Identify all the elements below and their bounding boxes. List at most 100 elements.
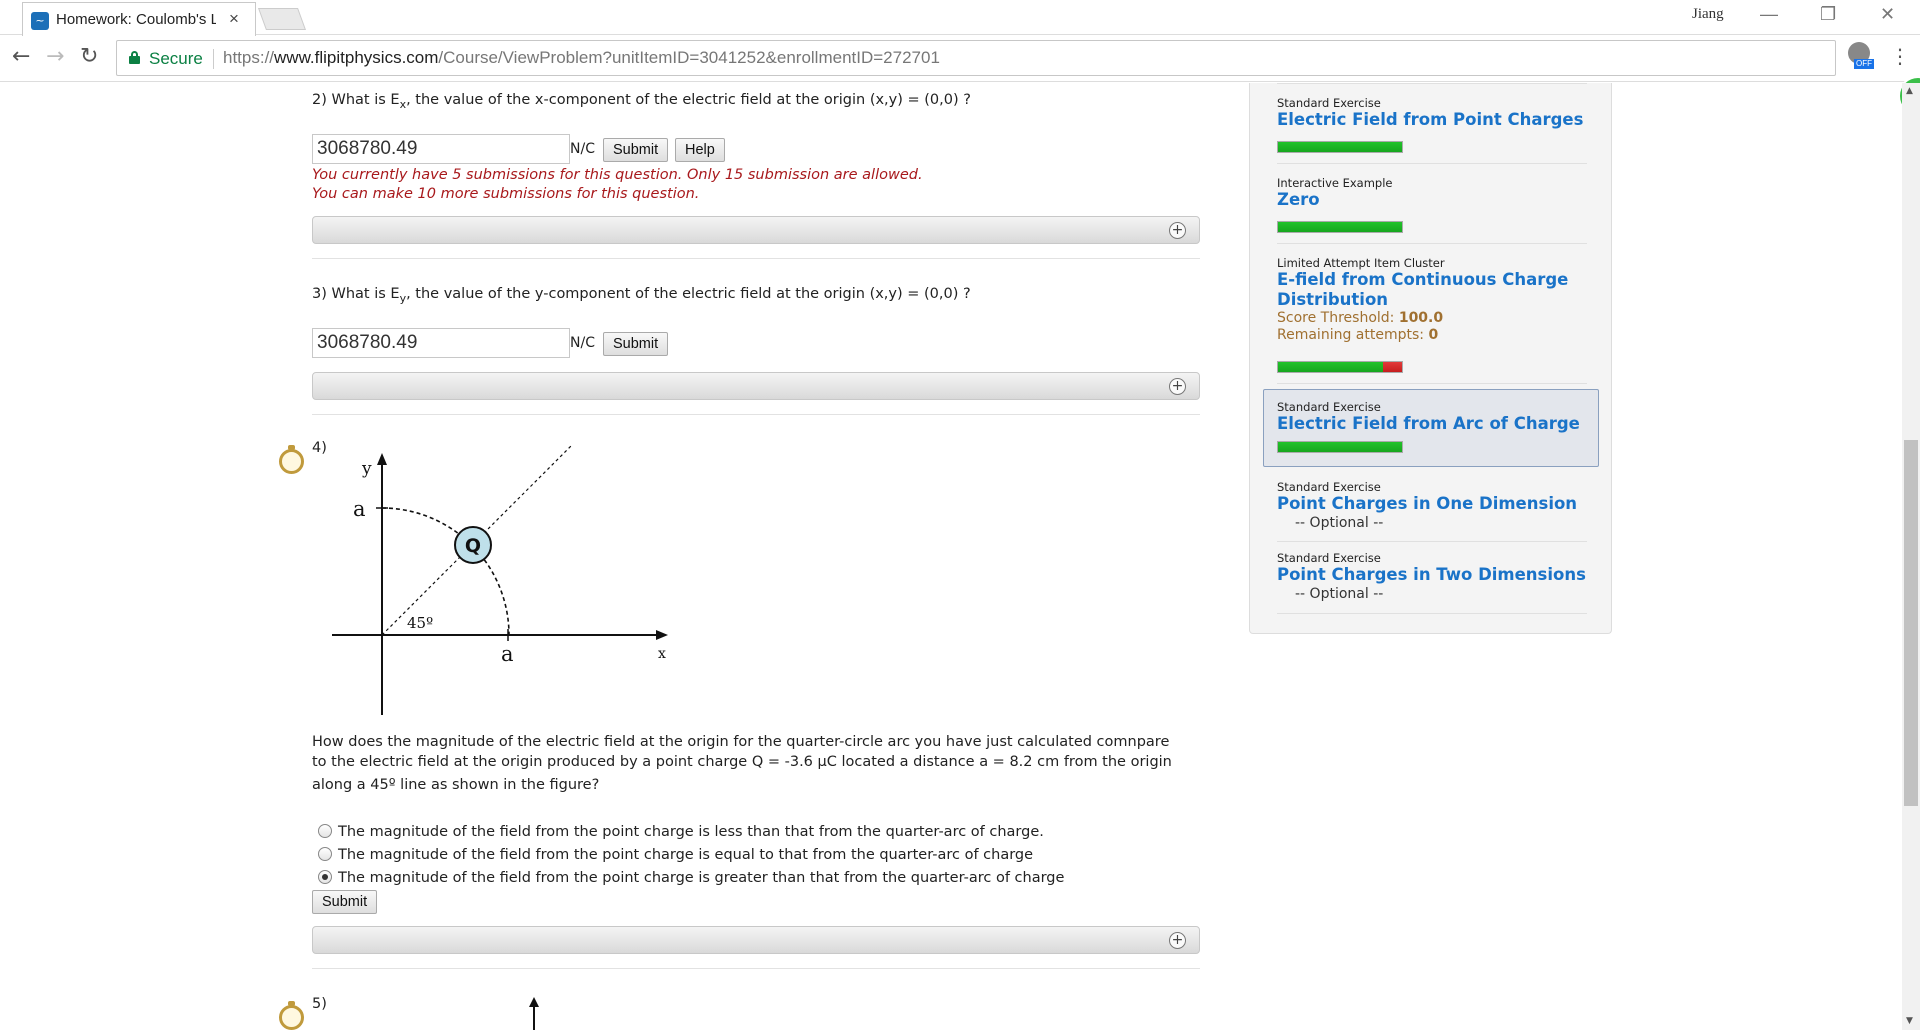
tab-title: Homework: Coulomb's L (56, 11, 216, 28)
item-type: Interactive Example (1277, 176, 1393, 190)
expand-plus-icon[interactable]: + (1169, 378, 1186, 395)
sidebar-divider (1277, 83, 1587, 84)
q4-figure: Q y x a a 45º (332, 445, 668, 715)
charge-label: Q (465, 535, 481, 557)
optional-label: -- Optional -- (1295, 515, 1384, 531)
q4-option-2-label: The magnitude of the field from the poin… (338, 847, 1034, 863)
back-icon[interactable]: ← (12, 44, 30, 69)
url-separator (213, 49, 214, 69)
q4-submit-button[interactable]: Submit (312, 890, 378, 914)
extension-off-badge: OFF (1854, 59, 1874, 69)
item-title-link[interactable]: Point Charges in One Dimension (1277, 494, 1587, 514)
q2-submit-button[interactable]: Submit (603, 138, 669, 162)
forward-icon[interactable]: → (46, 44, 64, 69)
reload-icon[interactable]: ↻ (80, 44, 98, 69)
url-field[interactable]: Secure https://www.flipitphysics.com/Cou… (116, 40, 1836, 76)
sidebar-item-one-dimension[interactable]: Standard Exercise Point Charges in One D… (1277, 481, 1587, 532)
secure-label: Secure (149, 49, 203, 68)
q2-expander[interactable]: + (312, 216, 1200, 244)
sidebar-divider (1277, 541, 1587, 542)
optional-label: -- Optional -- (1295, 586, 1384, 602)
tab-close-icon[interactable]: × (229, 9, 239, 29)
url-text[interactable]: https://www.flipitphysics.com/Course/Vie… (223, 48, 940, 68)
url-scheme: https:// (223, 48, 275, 67)
sidebar-item-arc-of-charge[interactable]: Standard Exercise Electric Field from Ar… (1277, 401, 1587, 434)
q2-unit: N/C (570, 141, 595, 157)
browser-tab[interactable]: ~ Homework: Coulomb's L × (22, 2, 256, 36)
radio-button[interactable] (318, 824, 332, 838)
progress-bar (1277, 361, 1403, 373)
progress-bar (1277, 441, 1403, 453)
sidebar-item-two-dimensions[interactable]: Standard Exercise Point Charges in Two D… (1277, 552, 1587, 603)
chrome-menu-icon[interactable]: ⋮ (1890, 44, 1910, 68)
expand-plus-icon[interactable]: + (1169, 222, 1186, 239)
q4-text-line2: to the electric field at the origin prod… (312, 754, 1172, 770)
q4-text-line1: How does the magnitude of the electric f… (312, 734, 1170, 750)
url-path: /Course/ViewProblem?unitItemID=3041252&e… (438, 48, 940, 67)
q2-warning-2: You can make 10 more submissions for thi… (312, 186, 700, 202)
a-y-label: a (353, 497, 366, 521)
q4-option-1-label: The magnitude of the field from the poin… (338, 824, 1044, 840)
extension-icon[interactable]: OFF (1846, 42, 1874, 72)
q4-option-2[interactable]: The magnitude of the field from the poin… (318, 847, 1033, 863)
q2-prompt: 2) What is Ex, the value of the x-compon… (312, 92, 971, 111)
q2-help-button[interactable]: Help (675, 138, 725, 162)
q4-expander[interactable]: + (312, 926, 1200, 954)
sidebar-item-zero[interactable]: Interactive Example Zero (1277, 177, 1587, 210)
a-x-label: a (501, 642, 514, 666)
sidebar-item-continuous-charge[interactable]: Limited Attempt Item Cluster E-field fro… (1277, 257, 1587, 344)
scroll-thumb[interactable] (1904, 440, 1918, 806)
lock-icon (129, 51, 140, 64)
scroll-up-icon[interactable]: ▲ (1906, 86, 1913, 96)
sidebar-divider (1277, 383, 1587, 384)
item-title-link[interactable]: Electric Field from Arc of Charge (1277, 414, 1587, 434)
item-type: Limited Attempt Item Cluster (1277, 256, 1445, 270)
item-type: Standard Exercise (1277, 96, 1381, 110)
q3-unit: N/C (570, 335, 595, 351)
score-threshold: Score Threshold: 100.0 (1277, 310, 1587, 327)
q4-option-3[interactable]: The magnitude of the field from the poin… (318, 870, 1064, 886)
radio-button[interactable] (318, 847, 332, 861)
close-window-icon[interactable]: ✕ (1880, 4, 1895, 25)
q2-answer-input[interactable]: 3068780.49 (312, 134, 570, 164)
radio-button-selected[interactable] (318, 870, 332, 884)
q5-figure-arrow (529, 997, 539, 1030)
restore-icon[interactable]: ❐ (1820, 4, 1836, 25)
q2-suffix: , the value of the x-component of the el… (406, 92, 971, 108)
minimize-icon[interactable]: — (1760, 4, 1778, 25)
item-title-link[interactable]: Electric Field from Point Charges (1277, 110, 1587, 130)
sidebar-item-point-charges[interactable]: Standard Exercise Electric Field from Po… (1277, 97, 1587, 130)
q5-number: 5) (312, 996, 327, 1012)
profile-name[interactable]: Jiang (1692, 6, 1724, 23)
remaining-attempts: Remaining attempts: 0 (1277, 327, 1587, 344)
new-tab-button[interactable] (257, 8, 307, 30)
q4-option-1[interactable]: The magnitude of the field from the poin… (318, 824, 1044, 840)
item-title-link[interactable]: Point Charges in Two Dimensions (1277, 565, 1587, 585)
q3-submit-button[interactable]: Submit (603, 332, 669, 356)
q3-expander[interactable]: + (312, 372, 1200, 400)
q2-prefix: 2) What is E (312, 92, 400, 108)
scroll-down-icon[interactable]: ▼ (1906, 1016, 1913, 1026)
q3-answer-input[interactable]: 3068780.49 (312, 328, 570, 358)
q3-prompt: 3) What is Ey, the value of the y-compon… (312, 286, 971, 305)
url-host: www.flipitphysics.com (274, 48, 439, 67)
q4-text-line3: along a 45º line as shown in the figure? (312, 777, 600, 793)
threshold-label: Score Threshold: (1277, 310, 1395, 326)
stopwatch-icon (278, 445, 306, 475)
item-title-link-line2[interactable]: Distribution (1277, 290, 1587, 310)
q3-suffix: , the value of the y-component of the el… (406, 286, 971, 302)
page-scrollbar[interactable]: ▲ ▼ (1902, 83, 1920, 1030)
progress-bar (1277, 221, 1403, 233)
angle-label: 45º (407, 614, 433, 632)
item-type: Standard Exercise (1277, 551, 1381, 565)
attempts-label: Remaining attempts: (1277, 327, 1424, 343)
threshold-value: 100.0 (1398, 310, 1444, 326)
item-title-link[interactable]: Zero (1277, 190, 1587, 210)
q3-prefix: 3) What is E (312, 286, 400, 302)
item-title-link[interactable]: E-field from Continuous Charge (1277, 270, 1587, 290)
stopwatch-icon (278, 1001, 306, 1030)
unit-sidebar: Standard Exercise Electric Field from Po… (1249, 83, 1612, 634)
q4-option-3-label: The magnitude of the field from the poin… (338, 870, 1065, 886)
expand-plus-icon[interactable]: + (1169, 932, 1186, 949)
flipit-favicon-icon: ~ (31, 12, 49, 30)
